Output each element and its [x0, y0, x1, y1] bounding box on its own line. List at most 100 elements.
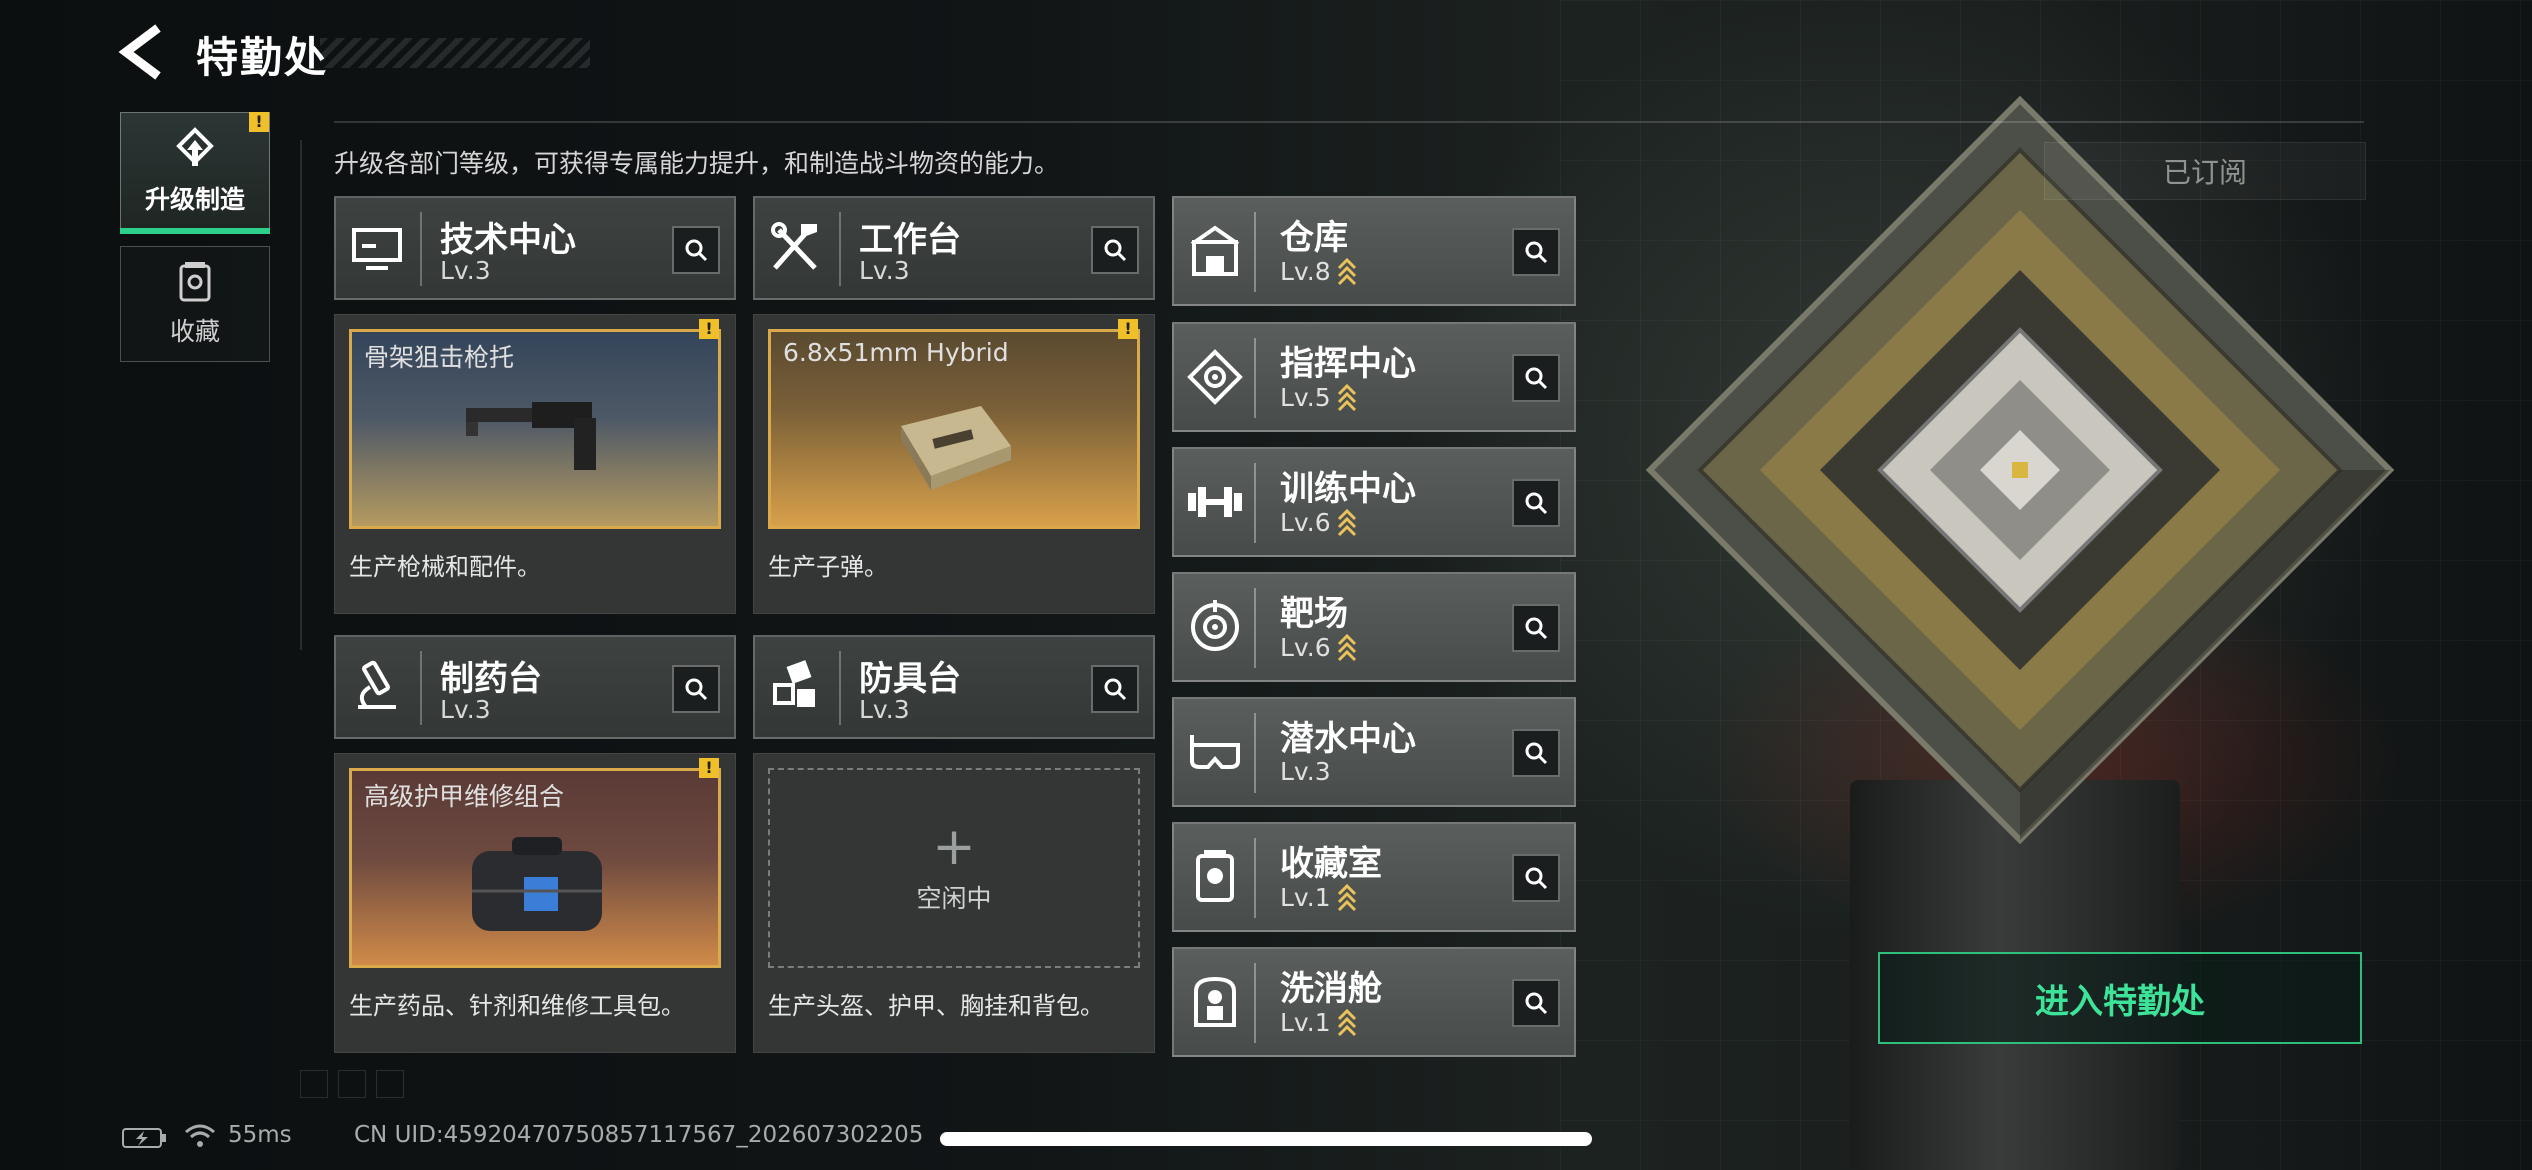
- upgrade-arrow-icon: [1337, 883, 1356, 912]
- facility-shooting-range[interactable]: 靶场 Lv.6: [1172, 572, 1576, 682]
- dept-body-workbench: 6.8x51mm Hybrid ! 生产子弹。: [753, 314, 1155, 614]
- tab-label: 收藏: [169, 317, 220, 346]
- tab-collection[interactable]: 收藏: [120, 246, 270, 362]
- product-card[interactable]: 6.8x51mm Hybrid: [768, 329, 1140, 529]
- warehouse-icon: [1190, 225, 1240, 276]
- upgrade-icon: [176, 126, 214, 166]
- product-name: 6.8x51mm Hybrid: [783, 338, 1009, 367]
- upgrade-arrow-icon: [1337, 633, 1356, 662]
- facility-name: 洗消舱: [1280, 969, 1382, 1009]
- separator: [420, 651, 422, 725]
- shooting-range-icon: [1191, 600, 1239, 651]
- facility-decontamination[interactable]: 洗消舱 Lv.1: [1172, 947, 1576, 1057]
- search-button[interactable]: [1512, 604, 1560, 652]
- dept-level-text: Lv.3: [440, 256, 491, 285]
- separator: [1254, 338, 1256, 418]
- separator: [1254, 963, 1256, 1043]
- wifi-icon: [185, 1124, 215, 1147]
- facility-level: Lv.3: [1280, 757, 1331, 786]
- search-icon: [685, 239, 708, 262]
- back-button[interactable]: [118, 22, 168, 82]
- product-card[interactable]: 高级护甲维修组合: [349, 768, 721, 968]
- separator: [1254, 838, 1256, 918]
- search-button[interactable]: [672, 226, 720, 274]
- tech-center-icon: [352, 228, 402, 270]
- facility-name: 收藏室: [1280, 844, 1382, 884]
- facility-name: 仓库: [1280, 218, 1348, 258]
- facility-level-text: Lv.8: [1280, 256, 1331, 286]
- dept-level: Lv.3: [859, 695, 910, 724]
- facility-command-center[interactable]: 指挥中心 Lv.5: [1172, 322, 1576, 432]
- search-icon: [685, 678, 708, 701]
- facility-training-center[interactable]: 训练中心 Lv.6: [1172, 447, 1576, 557]
- dept-level: Lv.3: [440, 256, 491, 285]
- dept-header-workbench[interactable]: 工作台 Lv.3: [753, 196, 1155, 300]
- dept-level-text: Lv.3: [859, 695, 910, 724]
- facility-level: Lv.8: [1280, 256, 1357, 286]
- title-decoration: [320, 38, 590, 68]
- search-button[interactable]: [1512, 854, 1560, 902]
- dept-level-text: Lv.3: [440, 695, 491, 724]
- search-button[interactable]: [672, 665, 720, 713]
- dept-name: 制药台: [440, 659, 542, 699]
- search-button[interactable]: [1512, 479, 1560, 527]
- dept-header-tech-center[interactable]: 技术中心 Lv.3: [334, 196, 736, 300]
- search-icon: [1525, 742, 1548, 765]
- search-icon: [1525, 617, 1548, 640]
- search-button[interactable]: [1091, 665, 1139, 713]
- tab-upgrade-manufacture[interactable]: 升级制造 !: [120, 112, 270, 234]
- home-indicator[interactable]: [940, 1132, 1592, 1146]
- command-center-icon: [1187, 349, 1243, 405]
- training-center-icon: [1188, 487, 1242, 517]
- search-icon: [1104, 239, 1127, 262]
- facility-name: 指挥中心: [1280, 344, 1416, 384]
- facility-level: Lv.5: [1280, 382, 1357, 412]
- collection-icon: [179, 262, 211, 302]
- dept-description: 生产药品、针剂和维修工具包。: [349, 992, 685, 1020]
- alert-badge: !: [699, 758, 719, 778]
- search-icon: [1525, 492, 1548, 515]
- upgrade-arrow-icon: [1337, 1008, 1356, 1037]
- product-card[interactable]: 骨架狙击枪托: [349, 329, 721, 529]
- divider-vertical: [300, 140, 302, 650]
- facility-name: 训练中心: [1280, 469, 1416, 509]
- search-button[interactable]: [1512, 354, 1560, 402]
- separator: [839, 651, 841, 725]
- separator: [1254, 463, 1256, 543]
- dept-header-pharmacy[interactable]: 制药台 Lv.3: [334, 635, 736, 739]
- separator: [1254, 212, 1256, 292]
- separator: [1254, 588, 1256, 668]
- idle-slot[interactable]: + 空闲中: [768, 768, 1140, 968]
- search-icon: [1525, 867, 1548, 890]
- dept-header-armor-bench[interactable]: 防具台 Lv.3: [753, 635, 1155, 739]
- search-button[interactable]: [1512, 228, 1560, 276]
- search-button[interactable]: [1512, 979, 1560, 1027]
- repair-kit-image: [472, 837, 602, 931]
- dept-description: 生产枪械和配件。: [349, 553, 541, 581]
- divider: [334, 121, 2364, 123]
- search-icon: [1104, 678, 1127, 701]
- facility-diving-center[interactable]: 潜水中心 Lv.3: [1172, 697, 1576, 807]
- facility-warehouse[interactable]: 仓库 Lv.8: [1172, 196, 1576, 306]
- dept-body-tech-center: 骨架狙击枪托 ! 生产枪械和配件。: [334, 314, 736, 614]
- dept-description: 生产子弹。: [768, 553, 888, 581]
- subscribed-button[interactable]: 已订阅: [2044, 142, 2366, 200]
- dept-level: Lv.3: [859, 256, 910, 285]
- pharmacy-icon: [358, 660, 396, 709]
- uid-text: CN UID:4592047075085711756​7_20260730220…: [354, 1122, 924, 1148]
- dept-body-armor-bench: + 空闲中 生产头盔、护甲、胸挂和背包。: [753, 753, 1155, 1053]
- search-button[interactable]: [1512, 729, 1560, 777]
- dept-level: Lv.3: [440, 695, 491, 724]
- search-icon: [1525, 992, 1548, 1015]
- facility-level: Lv.1: [1280, 882, 1357, 912]
- facility-level: Lv.6: [1280, 632, 1357, 662]
- dept-level-text: Lv.3: [859, 256, 910, 285]
- enter-special-ops-button[interactable]: 进入特勤处: [1878, 952, 2362, 1044]
- dept-name: 工作台: [859, 220, 961, 260]
- search-button[interactable]: [1091, 226, 1139, 274]
- workbench-icon: [771, 222, 817, 270]
- collection-room-icon: [1196, 850, 1234, 902]
- search-icon: [1525, 241, 1548, 264]
- facility-collection-room[interactable]: 收藏室 Lv.1: [1172, 822, 1576, 932]
- upgrade-arrow-icon: [1337, 383, 1356, 412]
